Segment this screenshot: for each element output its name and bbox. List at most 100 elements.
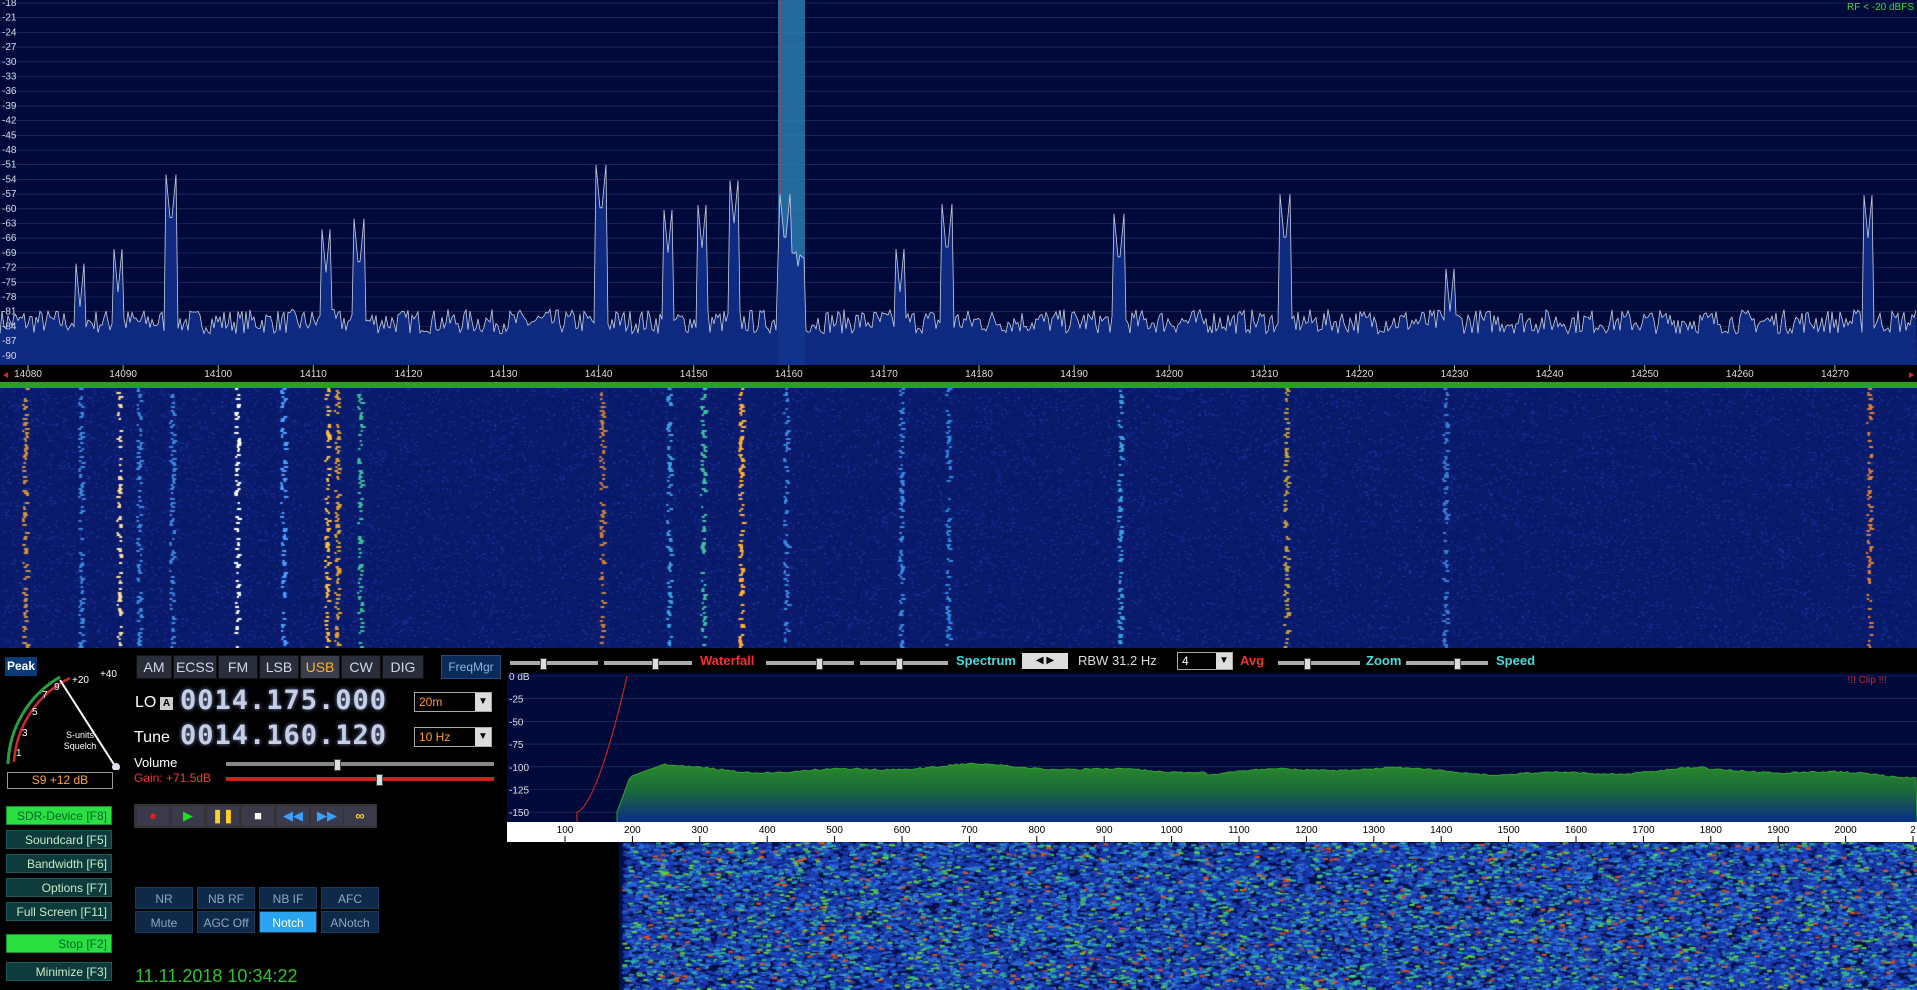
frequency-tick-label: 14220 bbox=[1345, 369, 1373, 380]
frequency-tick-label: 14130 bbox=[490, 369, 518, 380]
ruler-right-arrow-icon bbox=[1909, 372, 1914, 378]
gain-label: Gain: +71.5dB bbox=[134, 771, 212, 785]
pause-button[interactable]: ❚❚ bbox=[207, 806, 239, 826]
audio-frequency-tick-label: 800 bbox=[1028, 825, 1045, 836]
loop-icon: ∞ bbox=[355, 808, 365, 823]
fkey-soundcard-button[interactable]: Soundcard [F5] bbox=[6, 830, 112, 849]
lo-a-badge[interactable]: A bbox=[160, 697, 173, 710]
gain-slider[interactable] bbox=[226, 774, 494, 786]
tune-frequency-display[interactable]: 0014.160.120 bbox=[180, 720, 387, 751]
frequency-tick-label: 14190 bbox=[1060, 369, 1088, 380]
db-tick-label: -54 bbox=[2, 174, 17, 185]
mode-button-usb[interactable]: USB bbox=[300, 655, 340, 679]
db-tick-label: -30 bbox=[2, 57, 17, 68]
audio-db-tick-label: 0 dB bbox=[509, 673, 530, 683]
audio-spectrum-plot: 0 dB -25 -50 -75 -100 -125 -150 bbox=[507, 672, 1917, 824]
mode-button-cw[interactable]: CW bbox=[341, 655, 381, 679]
audio-frequency-tick-label: 1400 bbox=[1430, 825, 1453, 836]
step-select[interactable]: 10 Hz ▼ bbox=[414, 727, 492, 747]
lo-label: LO bbox=[135, 694, 157, 711]
audio-frequency-tick-label: 1900 bbox=[1767, 825, 1790, 836]
volume-slider[interactable] bbox=[226, 759, 494, 771]
s-meter-scale-label: 7 bbox=[42, 690, 48, 701]
dsp-button-nb-rf[interactable]: NB RF bbox=[197, 887, 255, 909]
record-icon: ● bbox=[149, 808, 157, 823]
audio-db-tick-label: -25 bbox=[509, 695, 524, 706]
clip-indicator: !!! Clip !!! bbox=[1847, 675, 1887, 686]
s-meter-scale-label: 9 bbox=[54, 682, 60, 693]
audio-spectrum[interactable]: 0 dB -25 -50 -75 -100 -125 -150 !!! Clip !!! bbox=[507, 672, 1917, 824]
datetime-display: 11.11.2018 10:34:22 bbox=[135, 966, 298, 986]
audio-db-tick-label: -100 bbox=[509, 763, 529, 774]
fast-forward-icon: ▶▶ bbox=[317, 808, 337, 823]
frequency-tick-label: 14140 bbox=[585, 369, 613, 380]
s-meter-scale-label: 3 bbox=[22, 728, 28, 739]
band-select[interactable]: 20m ▼ bbox=[414, 692, 492, 712]
dsp-button-nr[interactable]: NR bbox=[135, 887, 193, 909]
mode-button-ecss[interactable]: ECSS bbox=[173, 655, 217, 679]
mode-button-fm[interactable]: FM bbox=[218, 655, 258, 679]
mode-button-lsb[interactable]: LSB bbox=[259, 655, 299, 679]
rbw-stepper[interactable]: ◀ ▶ bbox=[1022, 653, 1068, 669]
frequency-tick-label: 14230 bbox=[1441, 369, 1469, 380]
dsp-button-mute[interactable]: Mute bbox=[135, 911, 193, 933]
audio-waterfall[interactable] bbox=[507, 842, 1917, 990]
play-button[interactable]: ▶ bbox=[172, 806, 204, 826]
dsp-button-anotch[interactable]: ANotch bbox=[321, 911, 379, 933]
audio-frequency-tick-label: 600 bbox=[894, 825, 911, 836]
freq-manager-button[interactable]: FreqMgr bbox=[441, 655, 501, 679]
frequency-tick-label: 14270 bbox=[1821, 369, 1849, 380]
mode-button-dig[interactable]: DIG bbox=[382, 655, 424, 679]
fkey-sdr-device-button[interactable]: SDR-Device [F8] bbox=[6, 806, 112, 825]
dsp-button-nb-if[interactable]: NB IF bbox=[259, 887, 317, 909]
waterfall-slider-1[interactable] bbox=[510, 658, 598, 670]
loop-button[interactable]: ∞ bbox=[344, 806, 376, 826]
audio-frequency-tick-label: 1500 bbox=[1497, 825, 1520, 836]
frequency-tick-label: 14120 bbox=[394, 369, 422, 380]
rewind-button[interactable]: ◀◀ bbox=[277, 806, 309, 826]
dsp-button-notch[interactable]: Notch bbox=[259, 911, 317, 933]
pause-icon: ❚❚ bbox=[212, 808, 234, 823]
s-meter-scale-label: +40 bbox=[100, 669, 117, 680]
audio-frequency-ruler[interactable]: 100 200 300 400 500 600 700 800 900 1000 1100 1200 1… bbox=[507, 822, 1917, 842]
db-tick-label: -57 bbox=[2, 189, 17, 200]
waterfall-slider-2[interactable] bbox=[604, 658, 692, 670]
spectrum-slider-2[interactable] bbox=[860, 658, 948, 670]
mode-button-am[interactable]: AM bbox=[136, 655, 172, 679]
audio-frequency-tick-label: 1600 bbox=[1565, 825, 1588, 836]
db-tick-label: -39 bbox=[2, 101, 17, 112]
frequency-tick-label: 14110 bbox=[300, 369, 328, 380]
main-spectrum[interactable]: -18 -21 -24 -27 -30 -33 -36 -39 -42 -45 -48 -51 -54 -… bbox=[0, 0, 1917, 365]
db-tick-label: -75 bbox=[2, 277, 17, 288]
s-meter-reading: S9 +12 dB bbox=[7, 772, 113, 789]
audio-frequency-tick-label: 1800 bbox=[1700, 825, 1723, 836]
frequency-tick-label: 14260 bbox=[1726, 369, 1754, 380]
dsp-button-agc-off[interactable]: AGC Off bbox=[197, 911, 255, 933]
record-button[interactable]: ● bbox=[137, 806, 169, 826]
audio-db-tick-label: -75 bbox=[509, 740, 524, 751]
spectrum-fill bbox=[0, 164, 1917, 365]
fast-forward-button[interactable]: ▶▶ bbox=[311, 806, 343, 826]
stop-playback-button[interactable]: ■ bbox=[242, 806, 274, 826]
lo-frequency-display[interactable]: 0014.175.000 bbox=[180, 685, 387, 716]
avg-select[interactable]: 4 ▼ bbox=[1177, 652, 1233, 670]
audio-waterfall-canvas bbox=[507, 842, 1917, 990]
db-tick-label: -63 bbox=[2, 219, 17, 230]
fkey-full-button[interactable]: Full Screen [F11] bbox=[6, 902, 112, 921]
s-meter-scale-label: +20 bbox=[72, 675, 89, 686]
fkey-stop-button[interactable]: Stop [F2] bbox=[6, 934, 112, 953]
waterfall-label: Waterfall bbox=[700, 653, 755, 668]
main-waterfall[interactable] bbox=[0, 388, 1917, 648]
db-tick-label: -21 bbox=[2, 13, 17, 24]
fkey-options-button[interactable]: Options [F7] bbox=[6, 878, 112, 897]
fkey-minimize-button[interactable]: Minimize [F3] bbox=[6, 962, 112, 981]
audio-frequency-tick-label: 1300 bbox=[1363, 825, 1386, 836]
dsp-button-afc[interactable]: AFC bbox=[321, 887, 379, 909]
spectrum-slider-1[interactable] bbox=[766, 658, 854, 670]
audio-db-tick-label: -150 bbox=[509, 808, 529, 819]
zoom-slider[interactable] bbox=[1278, 658, 1360, 670]
db-tick-label: -87 bbox=[2, 336, 17, 347]
fkey-bandwidth-button[interactable]: Bandwidth [F6] bbox=[6, 854, 112, 873]
db-tick-label: -66 bbox=[2, 233, 17, 244]
speed-slider[interactable] bbox=[1406, 658, 1488, 670]
